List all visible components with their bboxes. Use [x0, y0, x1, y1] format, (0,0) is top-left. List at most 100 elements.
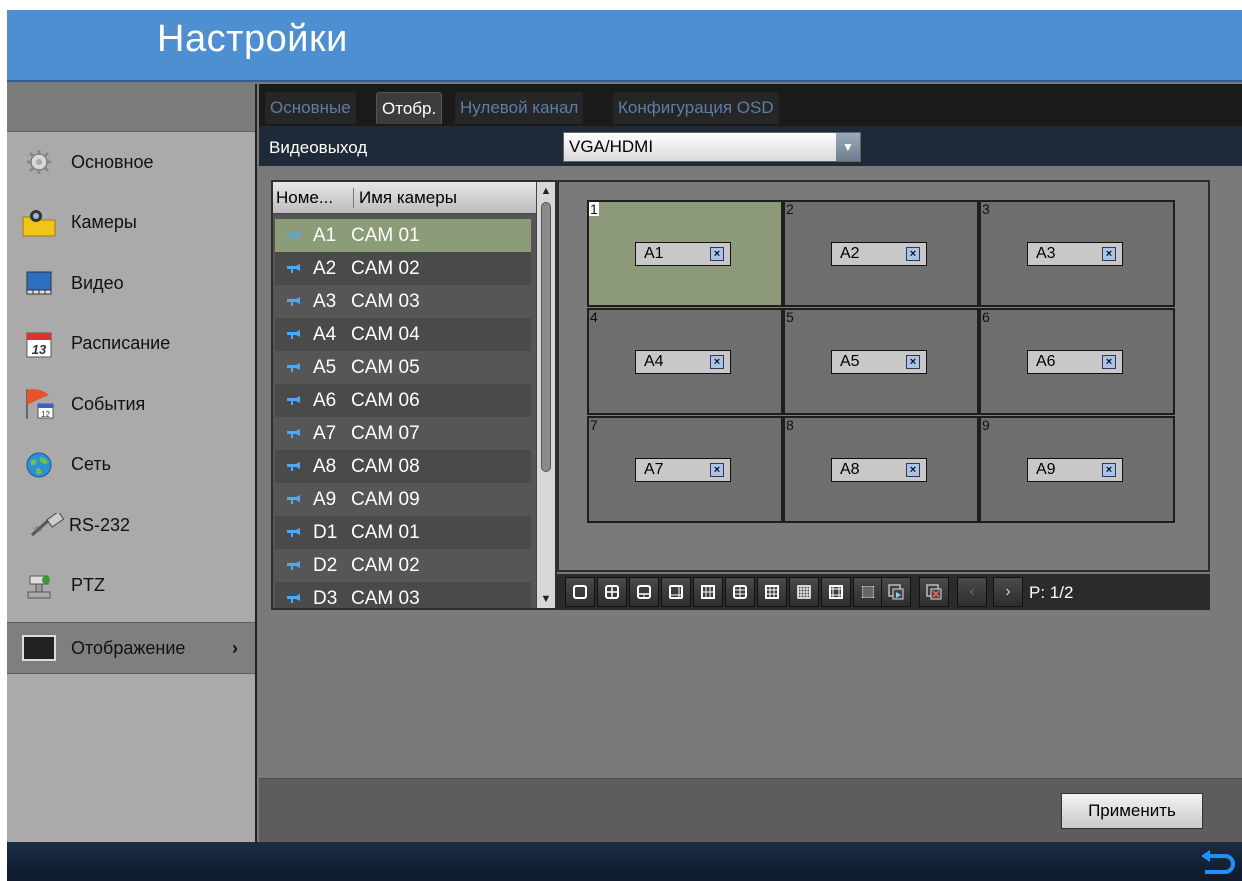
scroll-thumb[interactable]: [541, 202, 551, 472]
sidebar-item-label: Сеть: [71, 454, 112, 475]
title-bar: Настройки: [7, 10, 1242, 82]
camera-id: D2: [313, 554, 338, 576]
remove-camera-icon[interactable]: ×: [1102, 247, 1116, 261]
video-output-select[interactable]: VGA/HDMI ▼: [563, 132, 861, 162]
layout-12-icon[interactable]: [757, 577, 787, 607]
layout-9-icon[interactable]: [693, 577, 723, 607]
prev-page-button[interactable]: ‹: [957, 577, 987, 607]
remove-camera-icon[interactable]: ×: [906, 247, 920, 261]
camera-list-row[interactable]: A1 CAM 01: [275, 219, 531, 252]
camera-list-row[interactable]: A2 CAM 02: [275, 252, 531, 285]
camera-list-row[interactable]: A7 CAM 07: [275, 417, 531, 450]
layout-36-icon[interactable]: [853, 577, 883, 607]
camera-icon: [287, 395, 303, 407]
next-page-button[interactable]: ›: [993, 577, 1023, 607]
camera-list-row[interactable]: D3 CAM 03: [275, 582, 531, 609]
layout-cell[interactable]: 4 A4 ×: [587, 308, 783, 415]
sidebar-item-schedule[interactable]: 13 Расписание: [7, 314, 255, 375]
camera-list-row[interactable]: D1 CAM 01: [275, 516, 531, 549]
cell-camera-chip: A7 ×: [635, 458, 731, 482]
column-header-number[interactable]: Номе...: [276, 188, 354, 208]
sidebar-item-rs232[interactable]: RS-232: [7, 495, 255, 556]
svg-text:12: 12: [41, 410, 50, 419]
camera-name: CAM 02: [351, 257, 420, 279]
camera-list-row[interactable]: A9 CAM 09: [275, 483, 531, 516]
tab-basic[interactable]: Основные: [265, 92, 356, 124]
layout-8-icon[interactable]: [661, 577, 691, 607]
layout-cell[interactable]: 8 A8 ×: [783, 416, 979, 523]
scroll-up-icon[interactable]: ▲: [537, 182, 555, 200]
apply-layout-icon[interactable]: [881, 577, 911, 607]
layout-16-icon[interactable]: [789, 577, 819, 607]
column-header-camera-name[interactable]: Имя камеры: [359, 188, 457, 208]
cell-number: 8: [786, 417, 794, 433]
chevron-right-icon: ›: [232, 637, 238, 658]
cell-number: 2: [786, 201, 794, 217]
tab-osd-config[interactable]: Конфигурация OSD: [613, 92, 779, 124]
cell-camera-label: A2: [840, 245, 860, 262]
layout-cell[interactable]: 6 A6 ×: [979, 308, 1175, 415]
sidebar-item-cameras[interactable]: Камеры: [7, 193, 255, 254]
sidebar-item-ptz[interactable]: PTZ: [7, 556, 255, 617]
layout-10-icon[interactable]: [725, 577, 755, 607]
camera-name: CAM 05: [351, 356, 420, 378]
cell-camera-chip: A1 ×: [635, 242, 731, 266]
sidebar-item-events[interactable]: 12 События: [7, 374, 255, 435]
layout-cell[interactable]: 3 A3 ×: [979, 200, 1175, 307]
camera-list-row[interactable]: A8 CAM 08: [275, 450, 531, 483]
settings-window: Настройки Основное Камеры Видео 13 Распи…: [7, 10, 1242, 881]
camera-list-row[interactable]: A5 CAM 05: [275, 351, 531, 384]
ptz-icon: [21, 570, 57, 602]
camera-list-row[interactable]: D2 CAM 02: [275, 549, 531, 582]
apply-button[interactable]: Применить: [1061, 793, 1203, 829]
cell-camera-label: A8: [840, 461, 860, 478]
sidebar: Основное Камеры Видео 13 Расписание 12 С…: [7, 84, 257, 842]
sidebar-item-display[interactable]: Отображение ›: [7, 622, 255, 674]
cell-camera-label: A9: [1036, 461, 1056, 478]
layout-4-icon[interactable]: [597, 577, 627, 607]
layout-cell[interactable]: 2 A2 ×: [783, 200, 979, 307]
remove-camera-icon[interactable]: ×: [710, 247, 724, 261]
remove-camera-icon[interactable]: ×: [1102, 355, 1116, 369]
layout-1-icon[interactable]: [565, 577, 595, 607]
camera-list-row[interactable]: A6 CAM 06: [275, 384, 531, 417]
camera-id: D3: [313, 587, 338, 609]
layout-25-icon[interactable]: [821, 577, 851, 607]
camera-list-scrollbar[interactable]: ▲ ▼: [536, 182, 555, 608]
camera-list-row[interactable]: A4 CAM 04: [275, 318, 531, 351]
chevron-down-icon[interactable]: ▼: [836, 133, 860, 161]
layout-6-icon[interactable]: [629, 577, 659, 607]
camera-icon: [287, 362, 303, 374]
tab-display[interactable]: Отобр.: [376, 92, 443, 124]
camera-name: CAM 04: [351, 323, 420, 345]
camera-name: CAM 03: [351, 587, 420, 609]
sidebar-item-video[interactable]: Видео: [7, 253, 255, 314]
camera-icon: [287, 230, 303, 242]
camera-icon: [287, 593, 303, 605]
camera-icon: [287, 428, 303, 440]
sidebar-item-network[interactable]: Сеть: [7, 435, 255, 496]
cell-camera-chip: A4 ×: [635, 350, 731, 374]
remove-camera-icon[interactable]: ×: [1102, 463, 1116, 477]
layout-cell[interactable]: 5 A5 ×: [783, 308, 979, 415]
tab-zero-channel[interactable]: Нулевой канал: [455, 92, 584, 124]
camera-list-row[interactable]: A3 CAM 03: [275, 285, 531, 318]
layout-cell[interactable]: 7 A7 ×: [587, 416, 783, 523]
clear-layout-icon[interactable]: [919, 577, 949, 607]
scroll-down-icon[interactable]: ▼: [537, 590, 555, 608]
camera-name: CAM 07: [351, 422, 420, 444]
remove-camera-icon[interactable]: ×: [710, 463, 724, 477]
camera-icon: [287, 527, 303, 539]
chevron-right-icon: ›: [1005, 583, 1011, 600]
camera-name: CAM 09: [351, 488, 420, 510]
camera-list-header: Номе... Имя камеры: [273, 182, 538, 214]
tab-bar: Основные Отобр. Нулевой канал Конфигурац…: [259, 84, 1242, 126]
remove-camera-icon[interactable]: ×: [906, 463, 920, 477]
remove-camera-icon[interactable]: ×: [906, 355, 920, 369]
layout-cell[interactable]: 9 A9 ×: [979, 416, 1175, 523]
sidebar-item-basic[interactable]: Основное: [7, 132, 255, 193]
remove-camera-icon[interactable]: ×: [710, 355, 724, 369]
cell-number: 4: [590, 309, 598, 325]
back-icon[interactable]: [1197, 848, 1237, 876]
layout-cell[interactable]: 1 A1 ×: [587, 200, 783, 307]
